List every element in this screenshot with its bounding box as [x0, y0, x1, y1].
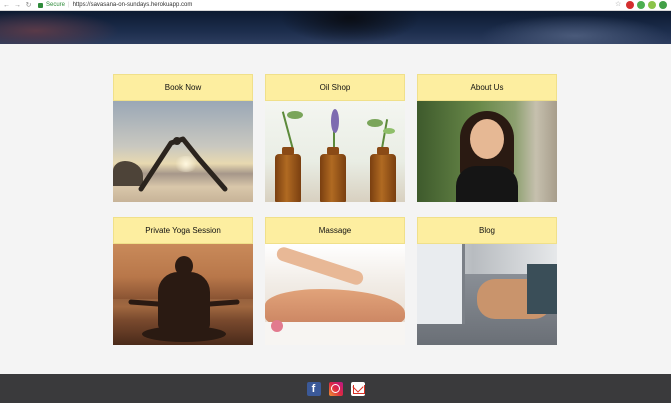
- browser-toolbar: ← → ↻ Secure | https://savasana-on-sunda…: [0, 0, 671, 11]
- url-text[interactable]: https://savasana-on-sundays.herokuapp.co…: [73, 2, 193, 8]
- facebook-icon[interactable]: f: [306, 381, 321, 396]
- tile-title[interactable]: Private Yoga Session: [113, 217, 253, 244]
- extensions-bar: ☆: [615, 1, 667, 9]
- extension-refresh-icon[interactable]: [648, 1, 656, 9]
- back-icon[interactable]: ←: [2, 1, 11, 10]
- tile-title[interactable]: Blog: [417, 217, 557, 244]
- meditation-image[interactable]: [113, 244, 253, 345]
- gmail-icon[interactable]: [350, 381, 365, 396]
- instagram-icon[interactable]: [328, 381, 343, 396]
- lock-icon: [38, 2, 43, 8]
- laptop-typing-image[interactable]: [417, 244, 557, 345]
- extension-green-icon[interactable]: [637, 1, 645, 9]
- oil-bottles-image[interactable]: [265, 101, 405, 202]
- tile-title[interactable]: Oil Shop: [265, 74, 405, 101]
- tile-private-yoga-session[interactable]: Private Yoga Session: [113, 217, 253, 345]
- forward-icon[interactable]: →: [13, 1, 22, 10]
- tile-oil-shop[interactable]: Oil Shop: [265, 74, 405, 202]
- footer: f: [0, 374, 671, 403]
- address-bar[interactable]: Secure | https://savasana-on-sundays.her…: [38, 2, 192, 8]
- hero-banner: [0, 11, 671, 44]
- bookmark-star-icon[interactable]: ☆: [615, 1, 623, 9]
- yoga-beach-image[interactable]: [113, 101, 253, 202]
- tile-massage[interactable]: Massage: [265, 217, 405, 345]
- tile-about-us[interactable]: About Us: [417, 74, 557, 202]
- instructor-portrait-image[interactable]: [417, 101, 557, 202]
- tile-blog[interactable]: Blog: [417, 217, 557, 345]
- extension-g-icon[interactable]: [659, 1, 667, 9]
- extension-shield-icon[interactable]: [626, 1, 634, 9]
- address-divider: |: [68, 2, 70, 8]
- massage-image[interactable]: [265, 244, 405, 345]
- tile-title[interactable]: About Us: [417, 74, 557, 101]
- tile-book-now[interactable]: Book Now: [113, 74, 253, 202]
- secure-label: Secure: [46, 2, 66, 8]
- tile-title[interactable]: Massage: [265, 217, 405, 244]
- reload-icon[interactable]: ↻: [24, 1, 33, 10]
- tile-title[interactable]: Book Now: [113, 74, 253, 101]
